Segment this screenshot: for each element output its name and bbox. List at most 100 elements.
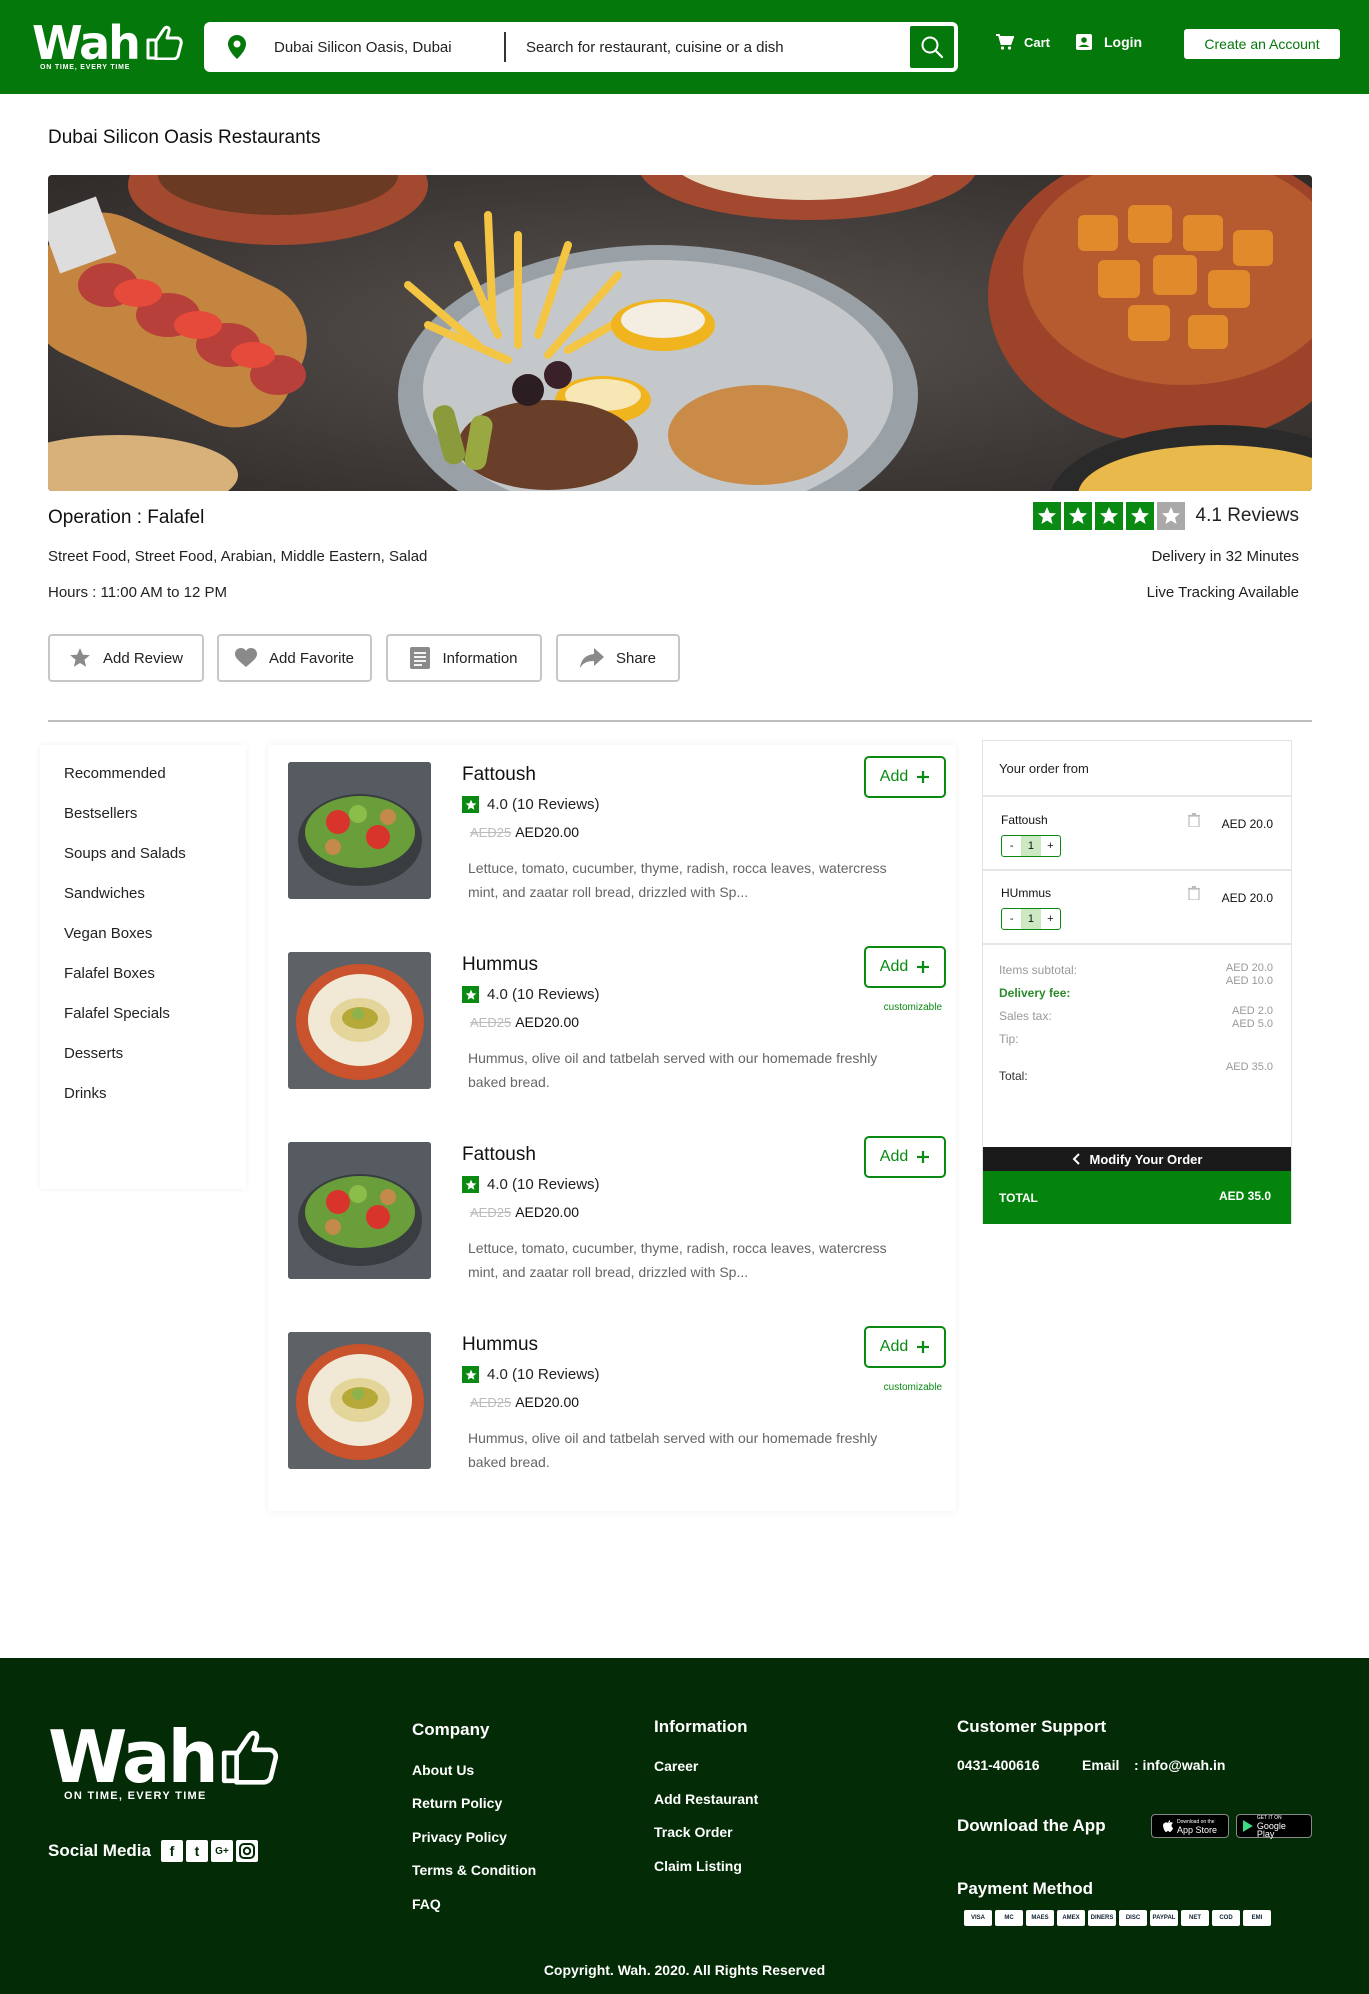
total-bar-label: TOTAL [999, 1191, 1038, 1205]
dish-price: AED25 AED20.00 [470, 1204, 579, 1220]
rating-star-icon [1094, 502, 1123, 530]
social-media: Social Media f t G+ [48, 1840, 258, 1862]
footer-link-faq[interactable]: FAQ [412, 1896, 441, 1912]
login-link[interactable]: Login [1076, 34, 1142, 50]
category-soups-and-salads[interactable]: Soups and Salads [64, 845, 186, 862]
support-email[interactable]: : info@wah.in [1134, 1757, 1225, 1773]
search-input[interactable] [526, 32, 906, 62]
visa-card-icon: VISA [964, 1910, 992, 1926]
information-button[interactable]: Information [386, 634, 542, 682]
restaurant-name: Operation : Falafel [48, 507, 205, 528]
hummus-image[interactable] [288, 1332, 431, 1469]
footer-link-claim-listing[interactable]: Claim Listing [654, 1858, 742, 1874]
footer-link-about-us[interactable]: About Us [412, 1762, 474, 1778]
add-to-cart-button[interactable]: Add [864, 1136, 946, 1178]
rating-star-icon [462, 986, 479, 1003]
quantity-stepper: - 1 + [1001, 908, 1061, 930]
footer-link-career[interactable]: Career [654, 1758, 698, 1774]
cash-on-delivery-icon: COD [1212, 1910, 1240, 1926]
payment-methods: VISA MC MAES AMEX DINERS DISC PAYPAL NET… [964, 1910, 1271, 1926]
category-falafel-specials[interactable]: Falafel Specials [64, 1005, 170, 1022]
fattoush-image[interactable] [288, 1142, 431, 1279]
dish-price: AED25 AED20.00 [470, 1394, 579, 1410]
information-label: Information [442, 649, 518, 667]
instagram-icon[interactable] [235, 1840, 258, 1862]
rating-star-icon [462, 796, 479, 813]
support-phone[interactable]: 0431-400616 [957, 1757, 1040, 1773]
footer-link-add-restaurant[interactable]: Add Restaurant [654, 1791, 758, 1807]
footer-logo[interactable]: Wah ON TIME, EVERY TIME [48, 1715, 279, 1802]
modify-order-button[interactable]: Modify Your Order [983, 1147, 1291, 1171]
location-text[interactable]: Dubai Silicon Oasis, Dubai [274, 39, 452, 56]
add-favorite-button[interactable]: Add Favorite [217, 634, 372, 682]
rating-star-icon [462, 1366, 479, 1383]
google-plus-icon[interactable]: G+ [210, 1840, 233, 1862]
order-total-bar[interactable]: TOTAL AED 35.0 [983, 1171, 1291, 1224]
dish-name: Fattoush [462, 1144, 536, 1165]
share-button[interactable]: Share [556, 634, 680, 682]
delivery-fee-value: AED 10.0 [1225, 975, 1273, 987]
location-pin-icon[interactable] [228, 35, 246, 59]
quantity-value: 1 [1021, 836, 1041, 856]
footer-link-return-policy[interactable]: Return Policy [412, 1795, 502, 1811]
category-drinks[interactable]: Drinks [64, 1085, 107, 1102]
restaurant-cuisines: Street Food, Street Food, Arabian, Middl… [48, 548, 428, 565]
payment-method-title: Payment Method [957, 1879, 1094, 1898]
create-account-button[interactable]: Create an Account [1184, 29, 1340, 59]
order-separator [983, 795, 1291, 797]
dish-name: Hummus [462, 954, 539, 975]
increment-button[interactable]: + [1041, 836, 1060, 856]
trash-icon[interactable] [1188, 813, 1200, 827]
add-review-button[interactable]: Add Review [48, 634, 204, 682]
category-sandwiches[interactable]: Sandwiches [64, 885, 145, 902]
thumbs-up-icon [221, 1730, 279, 1785]
category-desserts[interactable]: Desserts [64, 1045, 123, 1062]
category-bestsellers[interactable]: Bestsellers [64, 805, 137, 822]
footer-logo-wordmark: Wah [48, 1715, 219, 1799]
dish-rating: 4.0 (10 Reviews) [462, 796, 600, 813]
footer-link-track-order[interactable]: Track Order [654, 1824, 733, 1840]
old-price: AED25 [470, 1205, 512, 1220]
google-play-badge[interactable]: GET IT ON Google Play [1236, 1814, 1312, 1839]
customizable-label: customizable [883, 1382, 942, 1393]
discover-icon: DISC [1119, 1910, 1147, 1926]
footer-link-terms[interactable]: Terms & Condition [412, 1862, 536, 1878]
facebook-icon[interactable]: f [160, 1840, 183, 1862]
increment-button[interactable]: + [1041, 909, 1060, 929]
rating-text: 4.1 Reviews [1195, 505, 1300, 526]
category-vegan-boxes[interactable]: Vegan Boxes [64, 925, 152, 942]
decrement-button[interactable]: - [1002, 836, 1021, 856]
fattoush-image[interactable] [288, 762, 431, 899]
add-to-cart-button[interactable]: Add [864, 1326, 946, 1368]
dish-price: AED25 AED20.00 [470, 824, 579, 840]
hummus-image[interactable] [288, 952, 431, 1089]
menu-item: Fattoush 4.0 (10 Reviews) AED25 AED20.00 … [288, 756, 948, 912]
twitter-icon[interactable]: t [185, 1840, 208, 1862]
customer-support-title: Customer Support [957, 1717, 1107, 1736]
restaurant-rating[interactable]: 4.1 Reviews [1032, 502, 1300, 530]
order-summary-panel: Your order from Fattoush AED 20.0 - 1 + … [982, 740, 1292, 1224]
company-title: Company [412, 1720, 490, 1739]
plus-icon [917, 771, 930, 783]
logo-tagline: ON TIME, EVERY TIME [40, 64, 131, 71]
old-price: AED25 [470, 1395, 512, 1410]
sales-tax-value: AED 2.0 [1232, 1005, 1273, 1017]
decrement-button[interactable]: - [1002, 909, 1021, 929]
footer-link-privacy-policy[interactable]: Privacy Policy [412, 1829, 507, 1845]
live-tracking: Live Tracking Available [1146, 584, 1299, 601]
category-falafel-boxes[interactable]: Falafel Boxes [64, 965, 155, 982]
share-arrow-icon [579, 648, 604, 668]
cart-link[interactable]: Cart [996, 34, 1050, 50]
share-label: Share [615, 649, 657, 667]
app-store-badge[interactable]: Download on the App Store [1151, 1814, 1229, 1838]
trash-icon[interactable] [1188, 886, 1200, 900]
brand-logo[interactable]: Wah ON TIME, EVERY TIME [32, 20, 183, 71]
add-to-cart-button[interactable]: Add [864, 756, 946, 798]
amex-icon: AMEX [1057, 1910, 1085, 1926]
category-recommended[interactable]: Recommended [64, 765, 166, 782]
dish-name: Hummus [462, 1334, 539, 1355]
dish-price: AED25 AED20.00 [470, 1014, 579, 1030]
top-header: Wah ON TIME, EVERY TIME Dubai Silicon Oa… [0, 0, 1369, 94]
search-button[interactable] [908, 24, 956, 70]
add-to-cart-button[interactable]: Add [864, 946, 946, 988]
